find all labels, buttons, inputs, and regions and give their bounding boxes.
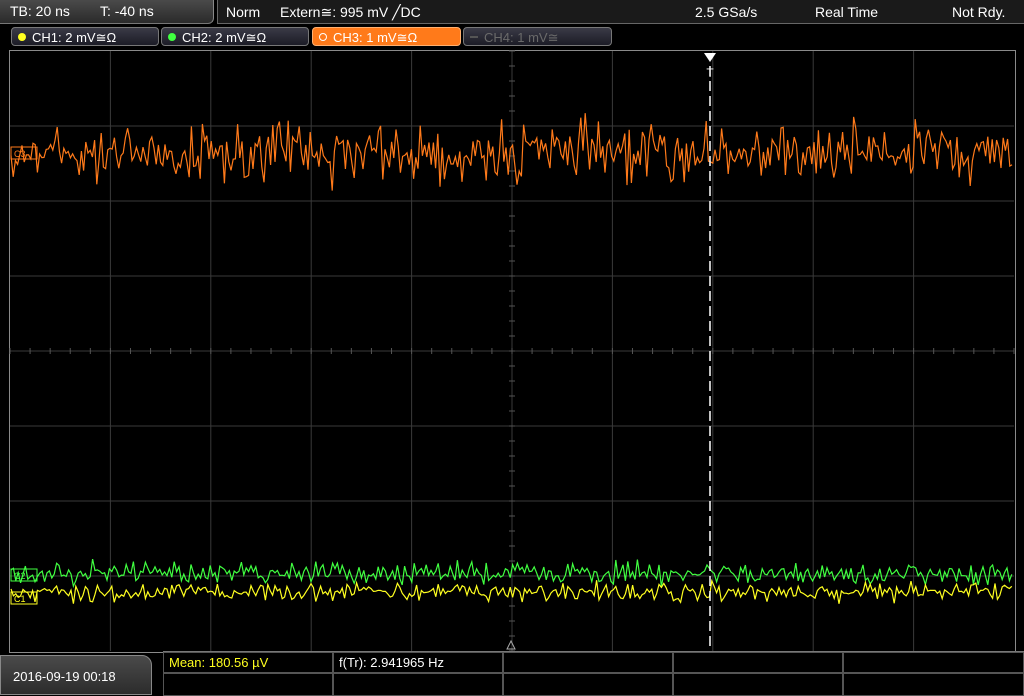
trigger-marker-label: T <box>706 66 714 80</box>
ch1-marker-label: C1 <box>14 594 26 604</box>
measurement-slot-4[interactable] <box>673 652 843 673</box>
measurement-slot-10[interactable] <box>843 673 1024 696</box>
ch2-marker-label: C2 <box>14 571 26 581</box>
measurement-slot-7[interactable] <box>333 673 503 696</box>
ch1-trace <box>10 578 1013 604</box>
center-marker-icon <box>506 639 516 650</box>
measurement-slot-6[interactable] <box>163 673 333 696</box>
measurement-slot-9[interactable] <box>673 673 843 696</box>
measurement-slot-5[interactable] <box>843 652 1024 673</box>
mean-measurement[interactable]: Mean: 180.56 µV <box>163 652 333 673</box>
datetime-readout: 2016-09-19 00:18 <box>13 669 116 684</box>
graticule <box>9 50 1015 652</box>
measurement-slot-3[interactable] <box>503 652 673 673</box>
ch2-trace <box>10 558 1013 589</box>
waveform-svg: T C3 C2 C1 <box>9 50 1015 652</box>
measurement-panel: Mean: 180.56 µV f(Tr): 2.941965 Hz <box>163 651 1024 696</box>
frequency-measurement[interactable]: f(Tr): 2.941965 Hz <box>333 652 503 673</box>
ch3-marker-label: C3 <box>14 149 26 159</box>
datetime-panel: 2016-09-19 00:18 <box>0 655 152 695</box>
measurement-slot-8[interactable] <box>503 673 673 696</box>
trigger-arrow-icon[interactable] <box>704 53 716 62</box>
